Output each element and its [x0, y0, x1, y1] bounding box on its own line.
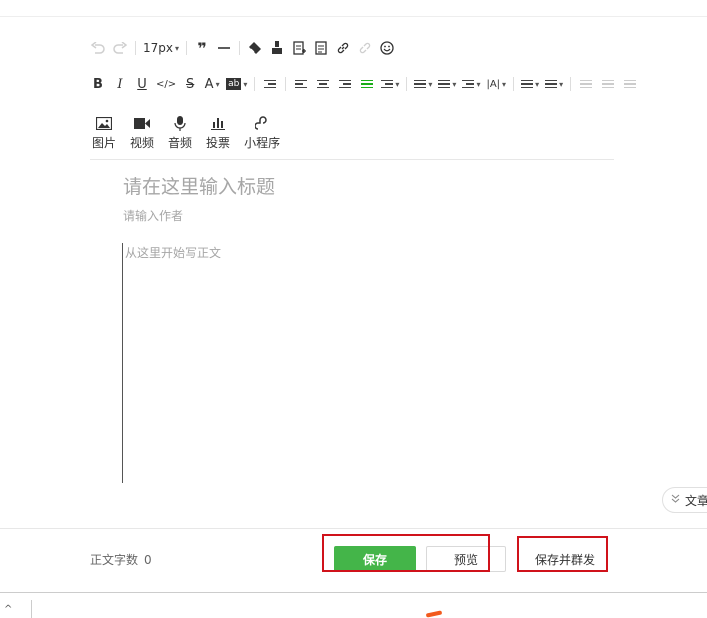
line-height-dropdown[interactable]: ▾ [462, 74, 480, 94]
bottom-bar-border [0, 592, 707, 593]
strikethrough-button[interactable]: S [182, 74, 198, 94]
insert-video-button[interactable]: 视频 [130, 112, 154, 151]
word-count-label: 正文字数 [90, 553, 139, 567]
toolbar-row-1: 17px ▾ ❞ [90, 38, 401, 58]
toolbar-separator [239, 41, 241, 55]
chevron-down-icon: ▾ [502, 79, 507, 89]
align-left-icon[interactable] [293, 74, 309, 94]
bottom-bar-separator [31, 600, 32, 618]
align-justify-icon[interactable] [359, 74, 375, 94]
float-right-icon[interactable] [622, 74, 638, 94]
unordered-list-dropdown[interactable]: ▾ [521, 74, 539, 94]
italic-button[interactable]: I [112, 74, 128, 94]
microphone-icon [174, 112, 186, 134]
quote-icon[interactable]: ❞ [194, 38, 210, 58]
unlink-icon[interactable] [357, 38, 373, 58]
letter-spacing-label: |A| [486, 78, 501, 90]
align-dropdown[interactable]: ▾ [381, 74, 399, 94]
code-button[interactable]: </> [156, 74, 176, 94]
insert-video-label: 视频 [130, 136, 155, 150]
insert-toolbar: 图片 视频 音频 投票 小程序 [92, 112, 294, 151]
font-size-value: 17px [143, 41, 173, 55]
align-right-icon[interactable] [337, 74, 353, 94]
body-placeholder: 从这里开始写正文 [125, 246, 222, 260]
spacing-after-dropdown[interactable]: ▾ [438, 74, 456, 94]
format-brush-icon[interactable] [269, 38, 285, 58]
background-color-label: ab [226, 78, 242, 90]
underline-button[interactable]: U [134, 74, 150, 94]
link-icon[interactable] [335, 38, 351, 58]
indent-icon[interactable] [262, 74, 278, 94]
background-color-dropdown[interactable]: ab ▾ [226, 74, 247, 94]
ordered-list-dropdown[interactable]: ▾ [545, 74, 563, 94]
chevron-down-icon: ▾ [243, 79, 248, 89]
redo-icon[interactable] [112, 38, 128, 58]
toolbar-separator [513, 77, 515, 91]
eraser-icon[interactable] [247, 38, 263, 58]
save-and-mass-send-button[interactable]: 保存并群发 [524, 546, 606, 572]
author-input[interactable] [123, 209, 423, 223]
toolbar-separator [285, 77, 287, 91]
vote-chart-icon [211, 112, 226, 134]
spacing-before-dropdown[interactable]: ▾ [414, 74, 432, 94]
video-icon [134, 112, 151, 134]
footer-divider [0, 528, 707, 529]
insert-vote-button[interactable]: 投票 [206, 112, 230, 151]
horizontal-rule-icon[interactable] [216, 38, 232, 58]
preview-button[interactable]: 预览 [426, 546, 506, 572]
article-outline-label: 文章 [685, 493, 707, 508]
orange-mark [425, 610, 443, 618]
float-center-icon[interactable] [600, 74, 616, 94]
article-outline-tab[interactable]: 文章 [662, 487, 707, 513]
toolbar-separator [135, 41, 136, 55]
insert-audio-label: 音频 [168, 136, 193, 150]
paste-text-icon[interactable] [313, 38, 329, 58]
bold-button[interactable]: B [90, 74, 106, 94]
chevron-down-icon: ▾ [175, 43, 180, 53]
align-center-icon[interactable] [315, 74, 331, 94]
top-border [0, 16, 707, 17]
chevron-down-icon: ▾ [215, 79, 220, 89]
chevron-down-icon: ▾ [476, 79, 481, 89]
toolbar-separator [570, 77, 572, 91]
insert-mini-program-button[interactable]: 小程序 [244, 112, 280, 151]
template-icon[interactable] [291, 38, 307, 58]
font-color-label: A [204, 76, 214, 92]
save-button[interactable]: 保存 [334, 546, 416, 572]
toolbar-separator [406, 77, 408, 91]
chevron-up-icon[interactable]: ^ [4, 604, 12, 615]
toolbar-separator [254, 77, 256, 91]
insert-image-label: 图片 [92, 136, 117, 150]
insert-mini-program-label: 小程序 [244, 136, 281, 150]
float-left-icon[interactable] [578, 74, 594, 94]
image-icon [96, 112, 112, 134]
chevron-down-icon: ▾ [428, 79, 433, 89]
toolbar-row-2: B I U </> S A ▾ ab ▾ ▾ ▾ ▾ ▾ |A| ▾ ▾ ▾ [90, 74, 644, 94]
word-count-value: 0 [144, 553, 152, 567]
font-size-dropdown[interactable]: 17px ▾ [143, 38, 179, 58]
insert-vote-label: 投票 [206, 136, 231, 150]
chevron-down-icon: ▾ [535, 79, 540, 89]
chevron-down-icon: ▾ [452, 79, 457, 89]
insert-audio-button[interactable]: 音频 [168, 112, 192, 151]
article-title-input[interactable] [123, 176, 603, 198]
toolbar-divider [90, 159, 614, 160]
toolbar-separator [186, 41, 188, 55]
insert-image-button[interactable]: 图片 [92, 112, 116, 151]
article-body-editor[interactable]: 从这里开始写正文 [122, 243, 603, 483]
chevron-down-icon: ▾ [559, 79, 564, 89]
double-chevron-down-icon [671, 494, 680, 506]
letter-spacing-dropdown[interactable]: |A| ▾ [486, 74, 506, 94]
word-count: 正文字数 0 [90, 551, 152, 568]
font-color-dropdown[interactable]: A ▾ [204, 74, 220, 94]
chevron-down-icon: ▾ [395, 79, 400, 89]
emoji-icon[interactable] [379, 38, 395, 58]
mini-program-icon [255, 112, 269, 134]
undo-icon[interactable] [90, 38, 106, 58]
